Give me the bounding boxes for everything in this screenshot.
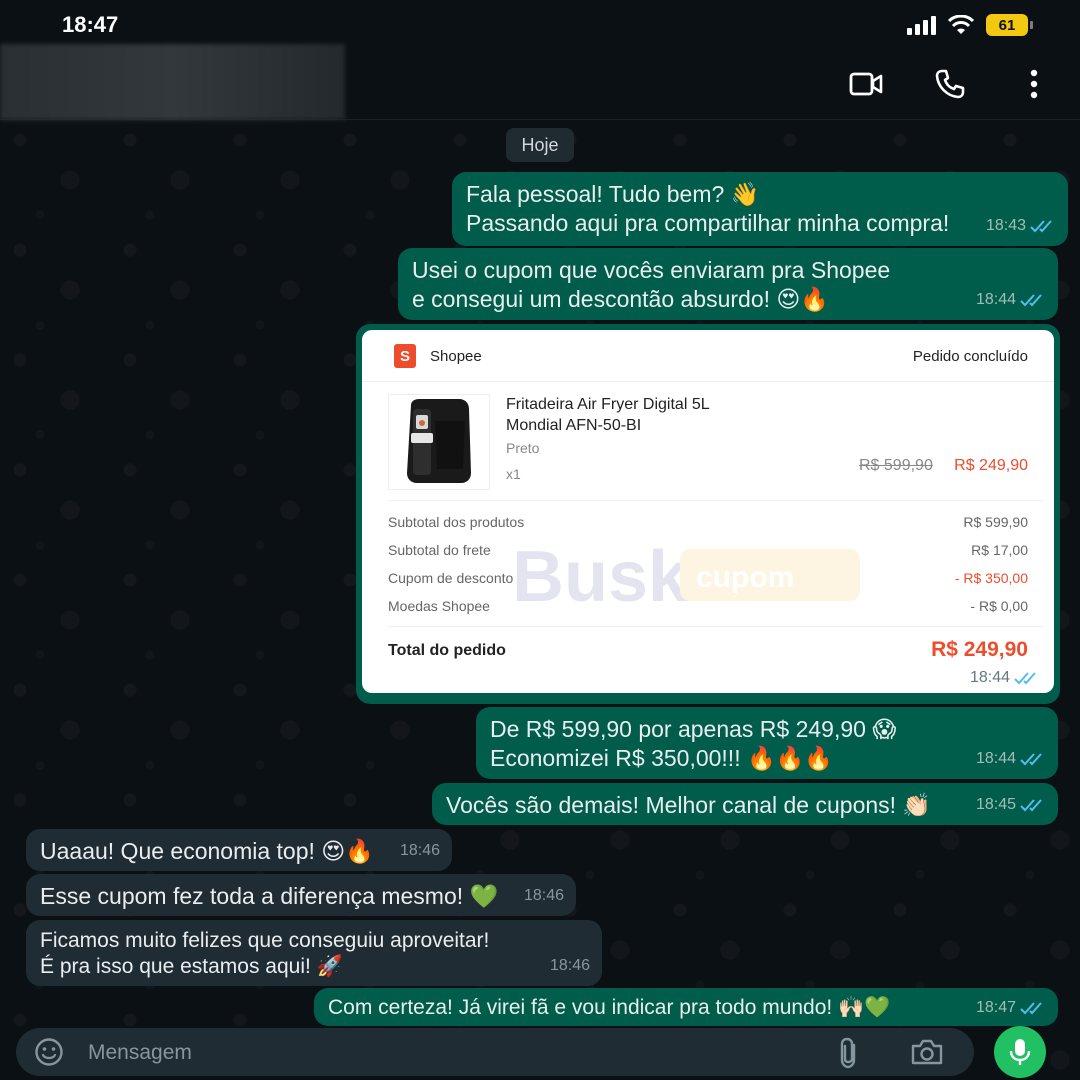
summary-value: - R$ 350,00 [954, 570, 1028, 586]
microphone-icon [1009, 1039, 1031, 1065]
microphone-button[interactable] [994, 1026, 1046, 1078]
message-time: 18:44 [975, 750, 1016, 767]
message-text-line: De R$ 599,90 por apenas R$ 249,90 😱 [490, 716, 897, 742]
status-time: 18:47 [62, 12, 119, 37]
message-time: 18:44 [975, 291, 1016, 308]
message-text-line: Ficamos muito felizes que conseguiu apro… [40, 929, 490, 952]
message-text-line: É pra isso que estamos aqui! 🚀 [40, 955, 343, 978]
shopee-order-card[interactable]: S Shopee Pedido concluído Fritadeira Air… [362, 330, 1054, 693]
product-name: Fritadeira Air Fryer Digital 5L Mondial … [506, 394, 806, 436]
message-time: 18:46 [523, 887, 564, 904]
video-call-button[interactable] [846, 64, 886, 104]
chat-header [0, 44, 1080, 120]
read-ticks-icon [1020, 752, 1042, 765]
divider [388, 626, 1044, 627]
product-name-line: Fritadeira Air Fryer Digital 5L [506, 396, 710, 413]
message-time: 18:45 [975, 796, 1016, 813]
summary-label: Moedas Shopee [388, 598, 490, 614]
message-text-line: Com certeza! Já virei fã e vou indicar p… [328, 996, 891, 1019]
divider [388, 500, 1044, 501]
message-time: 18:44 [969, 669, 1010, 686]
message-time: 18:47 [975, 999, 1016, 1016]
summary-label: Cupom de desconto [388, 570, 514, 586]
watermark-word: Busk [512, 537, 689, 615]
status-icons: 61 [906, 14, 1033, 36]
message-bubble-outgoing[interactable]: Vocês são demais! Melhor canal de cupons… [432, 783, 1058, 825]
shopee-bag-icon: S [394, 344, 416, 368]
message-text-line: Economizei R$ 350,00!!! 🔥🔥🔥 [490, 745, 833, 771]
message-input[interactable]: Mensagem [88, 1041, 192, 1065]
message-text-line: Esse cupom fez toda a diferença mesmo! 💚 [40, 883, 499, 909]
order-status: Pedido concluído [912, 348, 1028, 365]
original-price: R$ 599,90 [859, 457, 933, 474]
summary-label: Subtotal do frete [388, 542, 491, 558]
product-name-line: Mondial AFN-50-BI [506, 417, 642, 434]
wifi-icon [948, 15, 974, 34]
read-ticks-icon [1014, 672, 1036, 685]
message-time: 18:46 [549, 957, 590, 974]
date-chip: Hoje [506, 128, 574, 162]
message-bubble-outgoing[interactable]: Usei o cupom que vocês enviaram pra Shop… [398, 248, 1058, 320]
order-total-value: R$ 249,90 [931, 638, 1028, 661]
air-fryer-icon [407, 399, 471, 483]
menu-button[interactable] [1014, 64, 1054, 104]
more-vertical-icon [1030, 69, 1038, 99]
message-bubble-incoming[interactable]: Esse cupom fez toda a diferença mesmo! 💚… [26, 874, 576, 916]
summary-value: R$ 599,90 [963, 514, 1028, 530]
status-bar: 18:47 61 [0, 0, 1080, 48]
message-text-line: Fala pessoal! Tudo bem? 👋 [466, 181, 760, 207]
message-time: 18:43 [985, 217, 1026, 234]
message-bubble-incoming[interactable]: Uaaau! Que economia top! 😍🔥 18:46 [26, 829, 452, 871]
attach-icon[interactable] [838, 1037, 860, 1069]
read-ticks-icon [1020, 798, 1042, 811]
watermark-logo: Busk cupom [512, 537, 860, 615]
discounted-price: R$ 249,90 [954, 457, 1028, 474]
camera-icon[interactable] [910, 1038, 944, 1066]
message-text-line: Uaaau! Que economia top! 😍🔥 [40, 838, 374, 864]
emoji-icon[interactable] [34, 1037, 64, 1067]
watermark-tag: cupom [696, 561, 794, 594]
signal-icon [907, 16, 936, 35]
product-image [388, 394, 490, 490]
read-ticks-icon [1020, 1001, 1042, 1014]
message-time: 18:46 [399, 842, 440, 859]
phone-icon [935, 69, 965, 99]
product-quantity: x1 [506, 466, 521, 482]
message-bubble-incoming[interactable]: Ficamos muito felizes que conseguiu apro… [26, 920, 602, 986]
order-card-header: S Shopee Pedido concluído [362, 330, 1054, 382]
message-bubble-outgoing[interactable]: Fala pessoal! Tudo bem? 👋 Passando aqui … [452, 172, 1068, 246]
message-composer[interactable]: Mensagem [16, 1028, 974, 1076]
summary-value: R$ 17,00 [971, 542, 1028, 558]
contact-info-blurred[interactable] [0, 44, 345, 120]
image-message-bubble[interactable]: S Shopee Pedido concluído Fritadeira Air… [356, 324, 1060, 704]
product-variant: Preto [506, 440, 540, 456]
message-text-line: e consegui um descontão absurdo! 😍🔥 [412, 286, 830, 312]
read-ticks-icon [1030, 219, 1052, 232]
summary-label: Subtotal dos produtos [388, 514, 525, 530]
message-text-line: Vocês são demais! Melhor canal de cupons… [446, 792, 932, 818]
message-text-line: Usei o cupom que vocês enviaram pra Shop… [412, 257, 891, 283]
video-camera-icon [849, 72, 883, 96]
store-name: Shopee [430, 348, 482, 365]
message-bubble-outgoing[interactable]: Com certeza! Já virei fã e vou indicar p… [314, 988, 1058, 1026]
order-total-label: Total do pedido [388, 642, 506, 659]
voice-call-button[interactable] [930, 64, 970, 104]
battery-level: 61 [998, 16, 1016, 34]
summary-value: - R$ 0,00 [970, 598, 1028, 614]
read-ticks-icon [1020, 293, 1042, 306]
message-text-line: Passando aqui pra compartilhar minha com… [466, 210, 950, 236]
message-bubble-outgoing[interactable]: De R$ 599,90 por apenas R$ 249,90 😱 Econ… [476, 707, 1058, 779]
battery-indicator: 61 [986, 14, 1033, 36]
